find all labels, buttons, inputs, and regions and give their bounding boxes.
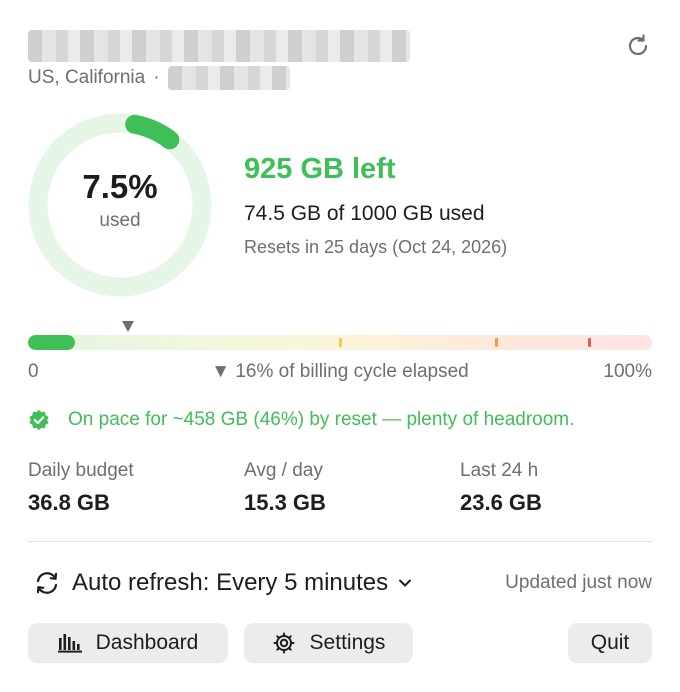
threshold-tick-red [588, 338, 592, 347]
stat-label: Daily budget [28, 460, 134, 481]
stat-last-24h: Last 24 h 23.6 GB [460, 460, 542, 516]
dashboard-label: Dashboard [95, 631, 199, 654]
used-summary: 74.5 GB of 1000 GB used [244, 202, 485, 225]
auto-refresh-label: Auto refresh: Every 5 minutes [72, 569, 389, 596]
separator-dot: · [153, 67, 160, 88]
cycle-elapsed-label: ▼ 16% of billing cycle elapsed [211, 361, 469, 382]
bar-chart-icon [57, 634, 82, 653]
auto-refresh-menu[interactable]: Auto refresh: Every 5 minutes [32, 567, 412, 599]
reset-info: Resets in 25 days (Oct 24, 2026) [244, 237, 508, 257]
donut-center: 7.5% used [28, 113, 212, 297]
stat-value: 23.6 GB [460, 490, 542, 515]
quit-label: Quit [590, 631, 630, 654]
refresh-button[interactable] [622, 30, 654, 62]
remaining-value: 925 GB left [244, 153, 396, 185]
plan-redacted [167, 66, 290, 90]
sync-icon [36, 572, 58, 594]
quit-button[interactable]: Quit [568, 623, 652, 663]
settings-button[interactable]: Settings [244, 623, 413, 663]
location-label: US, California [28, 67, 146, 88]
stat-avg-per-day: Avg / day 15.3 GB [244, 460, 326, 516]
chevron-down-icon [399, 579, 412, 587]
stat-value: 36.8 GB [28, 490, 110, 515]
stat-label: Avg / day [244, 460, 323, 481]
gear-icon [273, 632, 295, 654]
dashboard-button[interactable]: Dashboard [28, 623, 228, 663]
stat-value: 15.3 GB [244, 490, 326, 515]
pace-status: On pace for ~458 GB (46%) by reset — ple… [28, 409, 574, 431]
threshold-tick-orange [494, 338, 498, 347]
scale-max-label: 100% [603, 361, 652, 382]
percent-used-value: 7.5% [82, 168, 158, 205]
percent-used-label: used [99, 210, 141, 231]
pace-text: On pace for ~458 GB (46%) by reset — ple… [68, 409, 575, 430]
settings-label: Settings [309, 631, 386, 654]
threshold-tick-yellow [338, 338, 342, 347]
refresh-icon [628, 34, 648, 56]
location-row: US, California · [28, 66, 290, 90]
cycle-elapsed-marker [121, 321, 134, 332]
account-name-redacted [28, 30, 410, 62]
divider [28, 541, 652, 542]
stat-daily-budget: Daily budget 36.8 GB [28, 460, 134, 516]
usage-progress-bar [28, 335, 652, 350]
usage-progress-fill [28, 335, 75, 350]
last-updated: Updated just now [505, 572, 652, 593]
check-badge-icon [29, 410, 49, 430]
stat-label: Last 24 h [460, 460, 539, 481]
